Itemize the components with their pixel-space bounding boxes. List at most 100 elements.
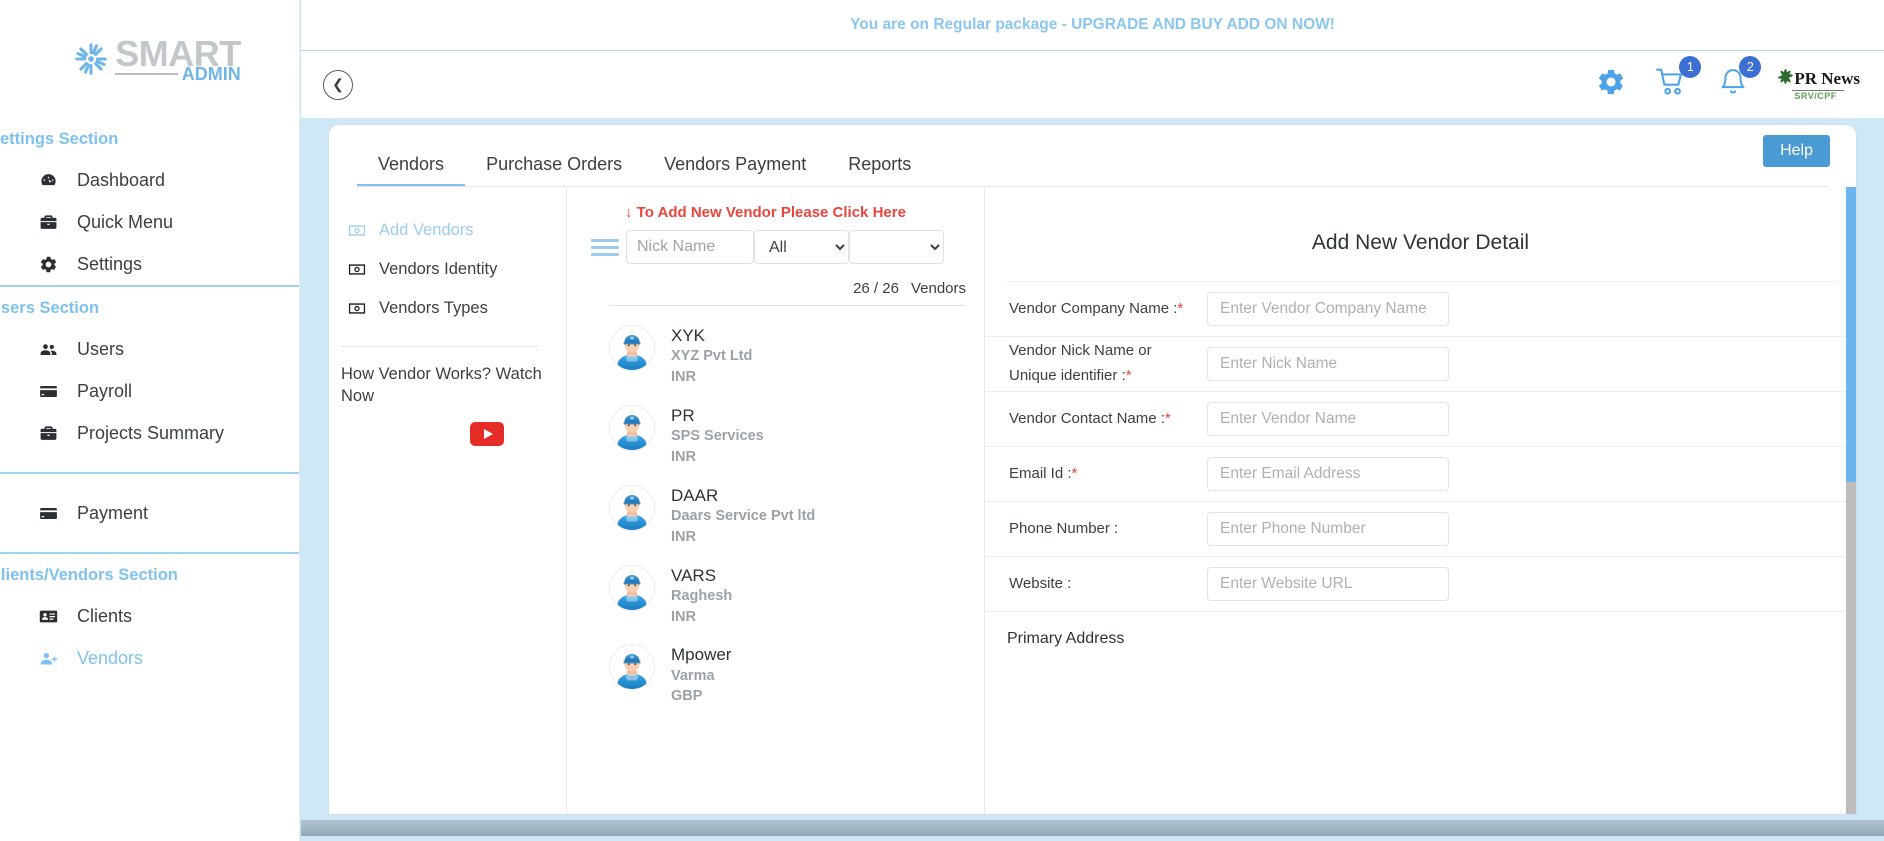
tabs: Vendors Purchase Orders Vendors Payment Rep… xyxy=(357,154,932,187)
input-enter-phone-number[interactable] xyxy=(1207,512,1449,546)
form-fields: Vendor Company Name :* Vendor Nick Name o… xyxy=(985,282,1856,612)
sidebar-item-dashboard[interactable]: Dashboard xyxy=(0,159,299,201)
money-note-icon xyxy=(347,301,367,317)
vendor-company-name: Varma xyxy=(671,667,715,684)
sidebar-collapse-button[interactable]: ❮ xyxy=(323,69,353,100)
vendor-list-item[interactable]: XYK XYZ Pvt Ltd INR xyxy=(591,316,968,396)
hamburger-icon[interactable] xyxy=(591,238,619,256)
form-row: Vendor Company Name :* xyxy=(985,282,1856,337)
vendor-list: XYK XYZ Pvt Ltd INR PR SPS Services INR DAAR Da… xyxy=(591,316,968,715)
notifications-button[interactable]: 2 xyxy=(1718,56,1762,102)
primary-address-heading: Primary Address xyxy=(1007,630,1125,647)
sidebar-section-title: Settings Section xyxy=(0,130,119,148)
side-link-add-vendors[interactable]: Add Vendors xyxy=(337,211,542,250)
sidebar-item-projects-summary[interactable]: Projects Summary xyxy=(0,412,299,454)
input-enter-nick-name[interactable] xyxy=(1207,347,1449,381)
vendor-extra-select[interactable] xyxy=(849,230,944,264)
vendor-currency: INR xyxy=(671,369,696,385)
hamburger-bar xyxy=(591,245,619,249)
tab-vendors-payment[interactable]: Vendors Payment xyxy=(643,154,827,187)
vendor-company-name: SPS Services xyxy=(671,428,764,445)
vendor-avatar xyxy=(609,404,655,451)
prnews-emblem-icon xyxy=(1778,68,1794,89)
vendor-nick-name: Mpower xyxy=(671,645,732,665)
vendor-list-item[interactable]: VARS Raghesh INR xyxy=(591,556,968,636)
gear-icon xyxy=(35,253,61,275)
smart-admin-logo-icon xyxy=(73,41,109,77)
sidebar-item-settings[interactable]: Settings xyxy=(0,243,299,285)
sidebar-item-vendors[interactable]: Vendors xyxy=(0,637,299,679)
gear-icon xyxy=(1596,67,1626,102)
page-horizontal-scrollbar[interactable] xyxy=(301,820,1884,836)
main-area: You are on Regular package - UPGRADE AND… xyxy=(300,0,1884,841)
vendor-type-select[interactable]: All xyxy=(754,230,849,264)
form-row: Phone Number : xyxy=(985,502,1856,557)
side-link-vendors-types[interactable]: Vendors Types xyxy=(337,289,542,328)
vendor-company-name: Daars Service Pvt ltd xyxy=(671,507,816,524)
sidebar-item-label: Vendors xyxy=(77,647,144,668)
users-icon xyxy=(35,338,61,360)
input-enter-website-url[interactable] xyxy=(1207,567,1449,601)
brand-logo[interactable]: SMART ADMIN xyxy=(0,0,299,118)
tab-purchase-orders[interactable]: Purchase Orders xyxy=(465,154,643,187)
side-divider xyxy=(341,346,538,347)
side-link-vendors-identity[interactable]: Vendors Identity xyxy=(337,250,542,289)
sidebar-item-label: Quick Menu xyxy=(77,211,174,232)
help-button[interactable]: Help xyxy=(1763,135,1830,167)
card-icon xyxy=(35,502,61,524)
form-vertical-scrollbar[interactable] xyxy=(1846,187,1856,814)
promo-upgrade-link[interactable]: You are on Regular package - UPGRADE AND… xyxy=(850,16,1335,34)
vendor-list-item[interactable]: Mpower Varma GBP xyxy=(591,635,968,715)
settings-gear-button[interactable] xyxy=(1596,67,1626,102)
cart-button[interactable]: 1 xyxy=(1656,56,1702,102)
money-note-icon xyxy=(347,223,367,239)
money-note-icon xyxy=(347,262,367,278)
vendor-avatar xyxy=(609,484,655,531)
sidebar-item-label: Clients xyxy=(77,605,133,626)
nick-name-search-input[interactable] xyxy=(626,230,754,264)
form-field-label: Vendor Contact Name :* xyxy=(1009,409,1171,427)
input-enter-email-address[interactable] xyxy=(1207,457,1449,491)
sidebar-item-users[interactable]: Users xyxy=(0,328,299,370)
tab-vendors[interactable]: Vendors xyxy=(357,154,466,187)
card-icon xyxy=(35,380,61,402)
vendor-list-item[interactable]: DAAR Daars Service Pvt ltd INR xyxy=(591,476,968,556)
youtube-play-button[interactable] xyxy=(470,421,504,446)
sidebar: SMART ADMIN Settings Section Dashboard Qui… xyxy=(0,0,300,841)
cart-badge: 1 xyxy=(1679,56,1702,78)
form-row: Email Id :* xyxy=(985,447,1856,502)
form-row: Vendor Contact Name :* xyxy=(985,392,1856,447)
vendor-count: 26 / 26 xyxy=(853,280,899,297)
vendor-company-name: Raghesh xyxy=(671,587,733,604)
sidebar-section-spacer xyxy=(0,474,299,492)
side-link-label: Vendors Identity xyxy=(379,260,498,278)
sidebar-item-quick-menu[interactable]: Quick Menu xyxy=(0,201,299,243)
vendor-filter-row: All xyxy=(591,230,968,264)
sidebar-item-payroll[interactable]: Payroll xyxy=(0,370,299,412)
notifications-badge: 2 xyxy=(1739,56,1762,78)
sidebar-section-title: Users Section xyxy=(0,299,100,317)
sidebar-item-label: Projects Summary xyxy=(77,422,225,443)
brand-subname: ADMIN xyxy=(181,63,241,84)
vendor-info: XYK XYZ Pvt Ltd INR xyxy=(671,325,752,387)
sidebar-item-label: Users xyxy=(77,338,125,359)
sidebar-item-clients[interactable]: Clients xyxy=(0,595,299,637)
vendor-list-item[interactable]: PR SPS Services INR xyxy=(591,396,968,476)
form-scrollbar-thumb[interactable] xyxy=(1846,187,1856,482)
vendor-avatar xyxy=(609,564,655,611)
form-field-label: Email Id :* xyxy=(1009,464,1078,482)
sidebar-item-payment[interactable]: Payment xyxy=(0,492,299,534)
prnews-title: PR News xyxy=(1794,69,1860,88)
briefcase-icon xyxy=(35,422,61,444)
vendor-avatar xyxy=(609,325,655,371)
tab-reports[interactable]: Reports xyxy=(827,154,932,187)
sidebar-nav: Settings Section Dashboard Quick Menu Setti… xyxy=(0,118,299,679)
vendor-info: PR SPS Services INR xyxy=(671,405,764,467)
form-field-label: Vendor Company Name :* xyxy=(1009,299,1184,317)
input-enter-vendor-name[interactable] xyxy=(1207,402,1449,436)
list-divider xyxy=(609,305,966,306)
input-enter-vendor-company-name[interactable] xyxy=(1207,292,1449,326)
prnews-logo[interactable]: PR News SRV/CPF xyxy=(1778,68,1860,101)
sidebar-section: Settings Section Dashboard Quick Menu Setti… xyxy=(0,118,299,285)
